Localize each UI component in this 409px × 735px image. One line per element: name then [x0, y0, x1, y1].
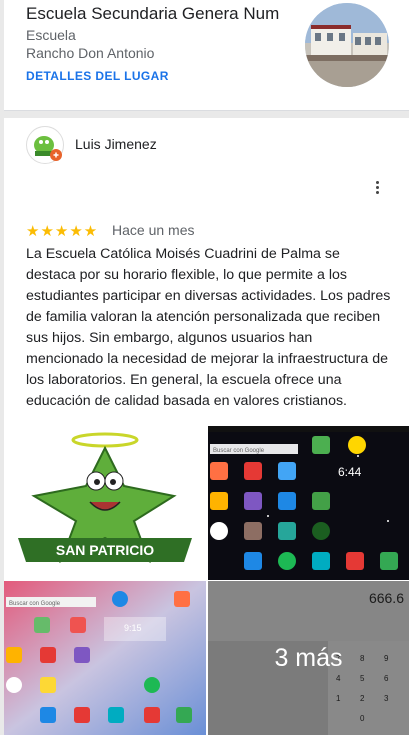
review-photo-tablet-light[interactable]: Buscar con Google 9:15 — [4, 581, 206, 735]
more-photos-overlay[interactable]: 3 más — [208, 581, 409, 735]
review-time: Hace un mes — [112, 222, 195, 238]
avatar[interactable] — [26, 126, 64, 164]
tablet2-clock: 9:15 — [124, 623, 142, 633]
review-photo-tablet-dark[interactable]: Buscar con Google 6:44 — [208, 426, 409, 580]
star-rating: ★★★★★ — [26, 223, 99, 240]
place-details-link[interactable]: DETALLES DEL LUGAR — [26, 69, 169, 83]
review-photo-calculator[interactable]: 666.6 7 8 9 4 5 6 1 2 3 0 3 más — [208, 581, 409, 735]
place-header: Escuela Secundaria Genera Num Escuela Ra… — [4, 0, 409, 111]
tablet1-clock: 6:44 — [338, 465, 362, 479]
review-text: La Escuela Católica Moisés Cuadrini de P… — [26, 246, 391, 409]
review-card: Luis Jimenez ★★★★★ Hace un mes La Escuel… — [4, 118, 409, 735]
more-options-icon[interactable] — [371, 180, 383, 198]
place-name[interactable]: Escuela Secundaria Genera Num — [26, 4, 281, 24]
review-author[interactable]: Luis Jimenez — [75, 136, 157, 152]
tablet1-search-text: Buscar con Google — [213, 448, 265, 454]
place-photo[interactable] — [305, 3, 389, 87]
place-summary: Escuela Secundaria Genera Num Escuela Ra… — [4, 0, 409, 111]
banner-text: SAN PATRICIO — [56, 542, 154, 558]
place-location: Rancho Don Antonio — [26, 45, 155, 61]
review-photo-san-patricio[interactable]: SAN PATRICIO — [4, 426, 206, 580]
place-type: Escuela — [26, 27, 76, 43]
tablet2-search-text: Buscar con Google — [9, 601, 61, 607]
